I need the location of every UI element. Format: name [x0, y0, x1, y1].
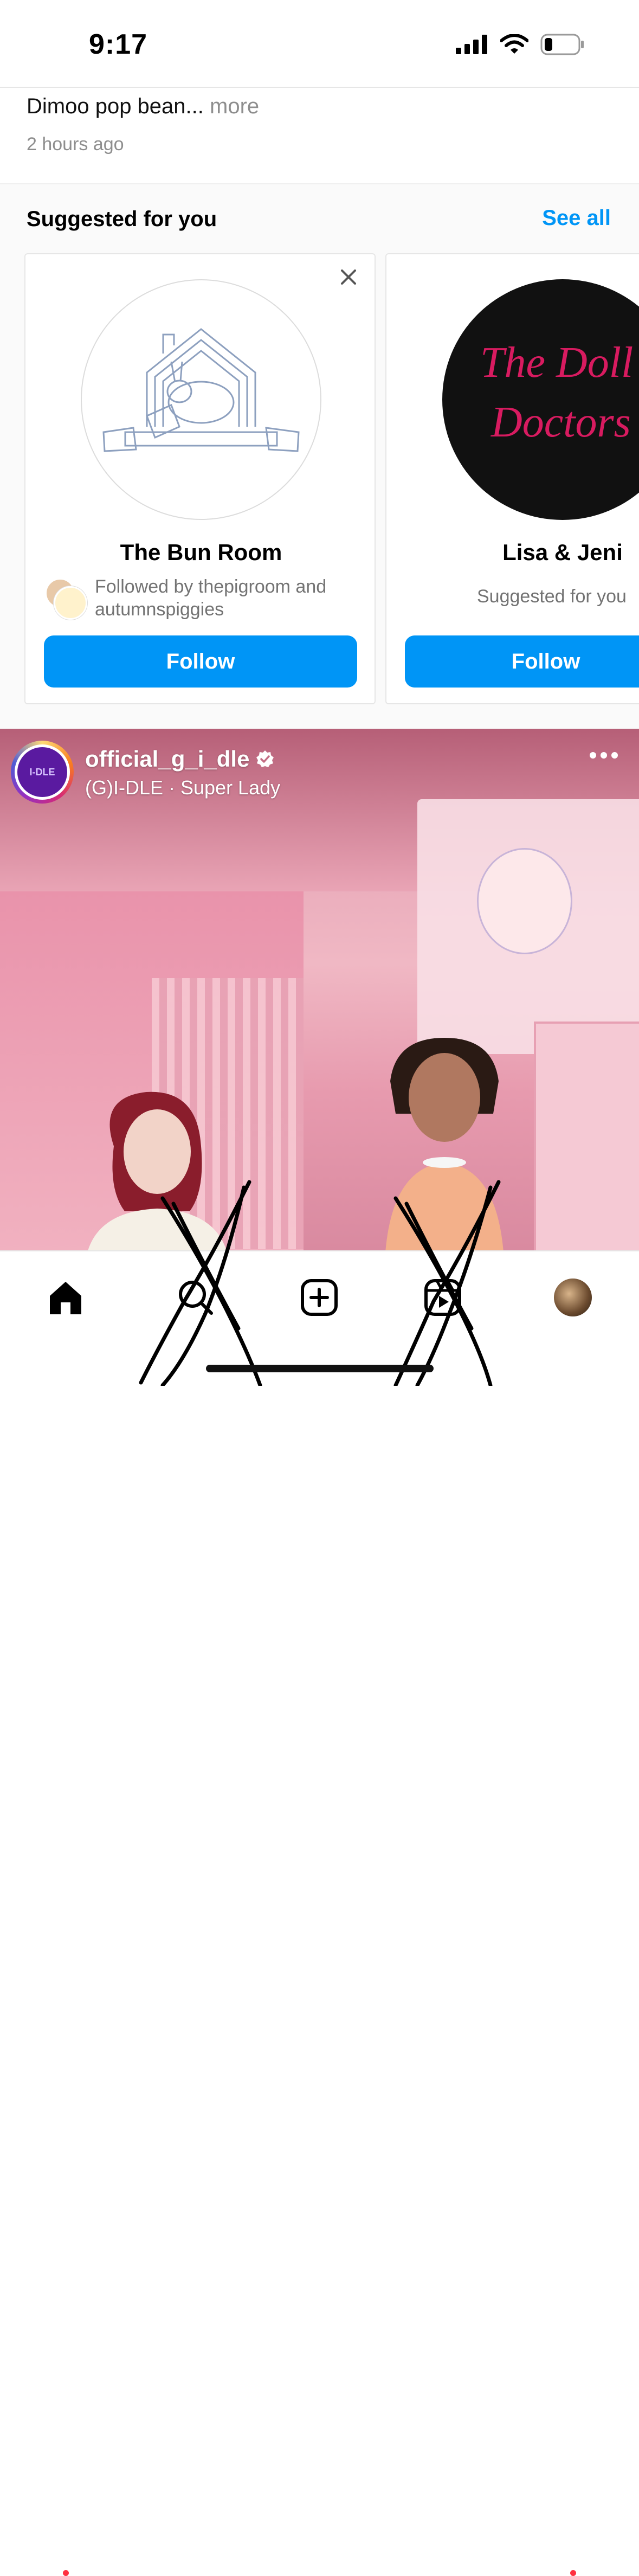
- post-timestamp: 2 hours ago: [27, 134, 124, 155]
- search-icon: [179, 1281, 213, 1315]
- person-left: [88, 1091, 227, 1250]
- verified-icon: [256, 750, 274, 767]
- follow-button[interactable]: Follow: [405, 635, 639, 688]
- logo-text-line2: Doctors: [490, 399, 631, 446]
- cellular-signal-icon: [456, 35, 487, 54]
- logo-text-line1: The Doll: [480, 339, 633, 387]
- notification-dot: [63, 2570, 69, 2576]
- suggested-title: Suggested for you: [27, 207, 217, 231]
- post-media[interactable]: I-DLE official_g_i_dle (G)I-DLE · Super …: [0, 729, 639, 1250]
- suggested-subtitle: Suggested for you: [477, 586, 627, 607]
- tab-search[interactable]: [171, 1273, 220, 1322]
- caption-text: Dimoo pop bean...: [27, 94, 204, 118]
- scene-mural-face: [477, 848, 572, 954]
- post-author-avatar[interactable]: I-DLE: [11, 741, 74, 804]
- reels-icon: [424, 1279, 461, 1316]
- avatar[interactable]: [81, 279, 321, 520]
- mutual-avatar: [54, 586, 87, 620]
- tab-create[interactable]: [295, 1273, 344, 1322]
- battery-icon: [540, 34, 584, 55]
- wifi-icon: [500, 34, 528, 54]
- see-all-link[interactable]: See all: [542, 206, 611, 230]
- post-caption: Dimoo pop bean... more: [27, 94, 259, 119]
- profile-avatar: [554, 1279, 592, 1316]
- suggestion-name[interactable]: The Bun Room: [25, 539, 375, 566]
- create-icon: [301, 1279, 338, 1316]
- bunny-house-logo: [102, 328, 300, 452]
- follow-button[interactable]: Follow: [44, 635, 357, 688]
- suggestion-card[interactable]: The Doll Doctors Lisa & Jeni Suggested f…: [385, 253, 639, 704]
- avatar[interactable]: The Doll Doctors: [442, 279, 639, 520]
- status-icons: [456, 34, 585, 55]
- suggestion-name[interactable]: Lisa & Jeni: [386, 539, 639, 566]
- tab-home[interactable]: [41, 1273, 90, 1322]
- post-audio-label[interactable]: (G)I-DLE · Super Lady: [85, 776, 280, 799]
- doll-doctors-logo: The Doll Doctors: [480, 339, 633, 446]
- author-logo: I-DLE: [17, 747, 67, 797]
- suggestion-card[interactable]: The Bun Room Followed by thepigroom and …: [24, 253, 376, 704]
- close-icon[interactable]: [339, 267, 358, 287]
- post-username-text: official_g_i_dle: [85, 746, 250, 772]
- followed-by-text: Followed by thepigroom and autumnspiggie…: [95, 576, 327, 620]
- post-username[interactable]: official_g_i_dle: [85, 746, 274, 772]
- person-right: [385, 1038, 504, 1250]
- caption-more-link[interactable]: more: [210, 94, 259, 118]
- scene-shelf: [534, 1022, 639, 1250]
- more-options-icon[interactable]: [589, 751, 618, 759]
- tab-reels[interactable]: [418, 1273, 467, 1322]
- home-indicator[interactable]: [206, 1365, 434, 1372]
- status-bar: 9:17: [0, 0, 639, 88]
- status-time: 9:17: [89, 29, 148, 60]
- suggested-section: Suggested for you See all The Bun Room F…: [0, 183, 639, 730]
- home-icon: [50, 1282, 81, 1314]
- tab-profile[interactable]: [548, 1273, 597, 1322]
- notification-dot: [570, 2570, 576, 2576]
